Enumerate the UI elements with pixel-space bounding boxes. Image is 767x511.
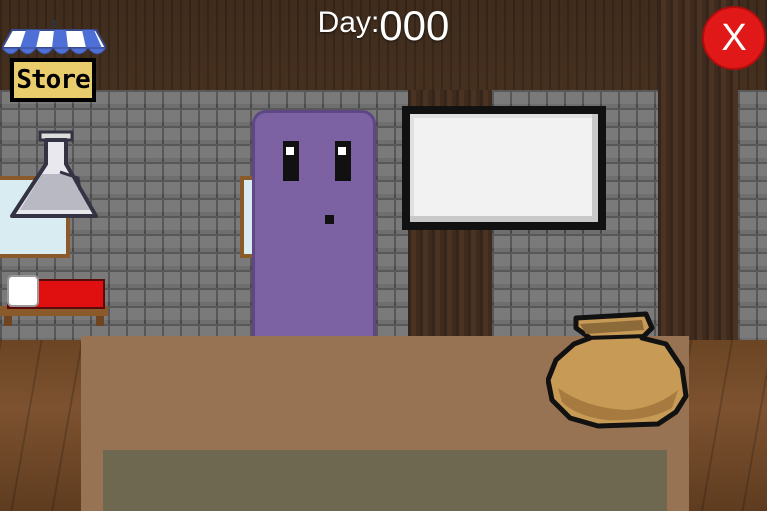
bed-button[interactable] <box>0 272 108 326</box>
board-screen <box>410 114 598 222</box>
potion-flask-icon <box>10 130 98 218</box>
wall-board <box>402 106 606 230</box>
bed-icon <box>0 275 108 326</box>
store-label: Store <box>10 58 96 102</box>
counter-front-panel <box>103 450 667 511</box>
customer-left-eye <box>283 141 299 181</box>
day-value: 000 <box>379 2 450 49</box>
stone-wall-edge <box>738 90 767 340</box>
bag-icon[interactable] <box>545 308 690 430</box>
close-icon: X <box>721 17 747 59</box>
potion-button[interactable] <box>6 130 102 226</box>
day-counter: Day:000 <box>0 2 767 50</box>
customer-character[interactable] <box>252 110 376 350</box>
close-button[interactable]: X <box>702 6 766 70</box>
day-label: Day: <box>317 6 380 39</box>
customer-right-eye <box>335 141 351 181</box>
customer-mouth <box>325 215 334 224</box>
